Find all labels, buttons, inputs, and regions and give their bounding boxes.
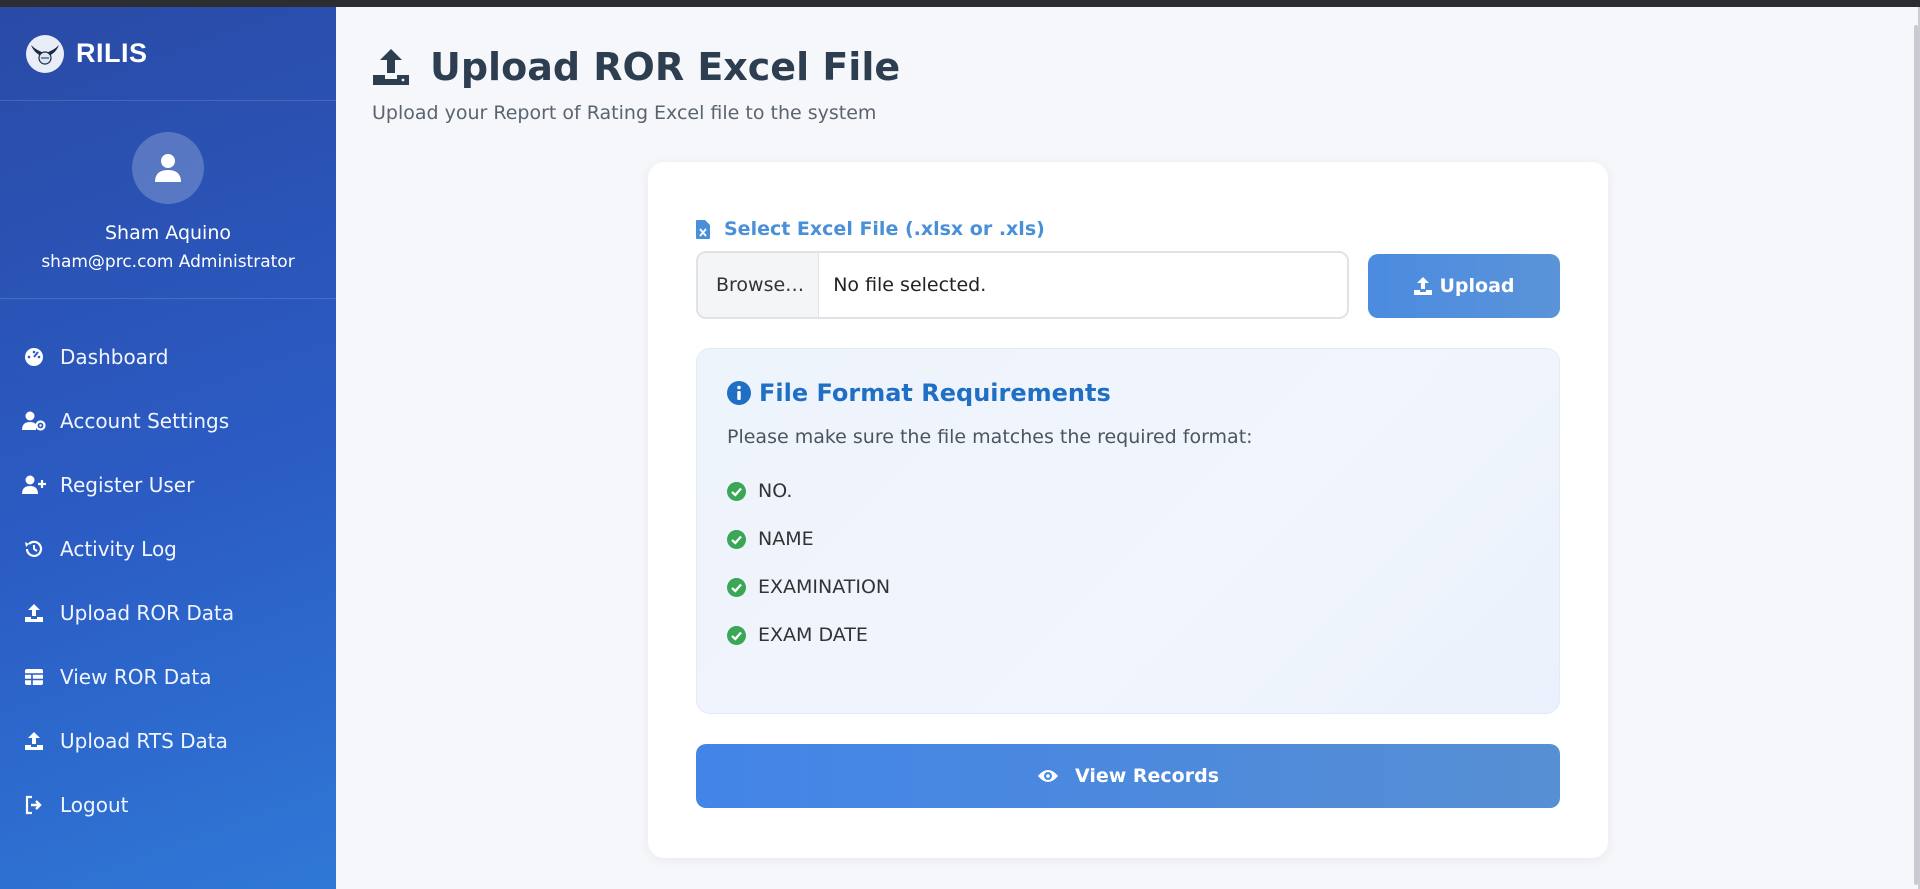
brand-name: RILIS	[76, 38, 148, 68]
check-circle-icon	[727, 577, 746, 597]
avatar	[132, 132, 204, 204]
user-plus-icon	[22, 473, 46, 497]
sidebar-item-label: View ROR Data	[60, 665, 212, 689]
page-title: Upload ROR Excel File	[430, 45, 901, 89]
list-item: NAME	[727, 515, 890, 563]
sidebar-item-label: Activity Log	[60, 537, 177, 561]
user-gear-icon	[22, 409, 46, 433]
sidebar-item-label: Logout	[60, 793, 129, 817]
user-name: Sham Aquino	[104, 222, 231, 244]
requirement-text: NAME	[758, 528, 814, 550]
info-icon	[727, 381, 751, 405]
table-icon	[22, 665, 46, 689]
excel-file-icon	[696, 219, 710, 239]
sidebar-item-account-settings[interactable]: Account Settings	[0, 389, 336, 453]
upload-icon	[22, 729, 46, 753]
upload-card: Select Excel File (.xlsx or .xls) Browse…	[648, 162, 1608, 858]
requirements-list: NO. NAME EXAMINATION EXAM DATE	[727, 467, 890, 659]
file-field-label: Select Excel File (.xlsx or .xls)	[696, 218, 1045, 240]
requirements-description: Please make sure the file matches the re…	[727, 426, 1253, 448]
browser-top-strip	[0, 0, 1920, 7]
sidebar-item-upload-ror-data[interactable]: Upload ROR Data	[0, 581, 336, 645]
upload-icon	[22, 601, 46, 625]
scrollbar[interactable]	[1914, 25, 1918, 885]
sidebar-item-label: Upload RTS Data	[60, 729, 228, 753]
history-icon	[22, 537, 46, 561]
sidebar-nav: Dashboard Account Settings Register User…	[0, 299, 336, 837]
upload-title-icon	[373, 49, 409, 85]
list-item: EXAM DATE	[727, 611, 890, 659]
sidebar-item-upload-rts-data[interactable]: Upload RTS Data	[0, 709, 336, 773]
eye-icon	[1037, 770, 1058, 782]
view-records-button[interactable]: View Records	[696, 744, 1560, 808]
upload-button-label: Upload	[1439, 275, 1515, 297]
sidebar: RILIS Sham Aquino sham@prc.com Administr…	[0, 7, 336, 889]
requirements-title-text: File Format Requirements	[759, 379, 1111, 407]
brand-logo	[26, 34, 64, 73]
sidebar-item-activity-log[interactable]: Activity Log	[0, 517, 336, 581]
sidebar-item-logout[interactable]: Logout	[0, 773, 336, 837]
page-subtitle: Upload your Report of Rating Excel file …	[372, 102, 877, 124]
requirement-text: NO.	[758, 480, 793, 502]
user-profile: Sham Aquino sham@prc.com Administrator	[0, 101, 336, 299]
sidebar-item-dashboard[interactable]: Dashboard	[0, 325, 336, 389]
user-icon	[155, 154, 181, 182]
page-header: Upload ROR Excel File	[372, 45, 900, 89]
view-records-label: View Records	[1074, 765, 1220, 787]
logout-icon	[22, 793, 46, 817]
check-circle-icon	[727, 481, 746, 501]
requirements-box: File Format Requirements Please make sur…	[696, 348, 1560, 714]
list-item: EXAMINATION	[727, 563, 890, 611]
requirement-text: EXAMINATION	[758, 576, 891, 598]
sidebar-item-view-ror-data[interactable]: View ROR Data	[0, 645, 336, 709]
sidebar-item-label: Dashboard	[60, 345, 169, 369]
app-window: RILIS Sham Aquino sham@prc.com Administr…	[0, 7, 1920, 889]
file-status: No file selected.	[833, 274, 987, 296]
dashboard-icon	[22, 345, 46, 369]
sidebar-item-register-user[interactable]: Register User	[0, 453, 336, 517]
list-item: NO.	[727, 467, 890, 515]
file-field-label-text: Select Excel File (.xlsx or .xls)	[724, 218, 1045, 240]
upload-icon	[1414, 277, 1433, 295]
file-input[interactable]: Browse… No file selected.	[696, 251, 1349, 319]
brand[interactable]: RILIS	[0, 7, 336, 101]
browse-button[interactable]: Browse…	[698, 253, 820, 317]
sidebar-item-label: Register User	[60, 473, 195, 497]
check-circle-icon	[727, 625, 746, 645]
requirement-text: EXAM DATE	[758, 624, 868, 646]
sidebar-item-label: Upload ROR Data	[60, 601, 235, 625]
check-circle-icon	[727, 529, 746, 549]
sidebar-item-label: Account Settings	[60, 409, 230, 433]
main-content: Upload ROR Excel File Upload your Report…	[336, 7, 1920, 889]
user-email-role: sham@prc.com Administrator	[41, 252, 295, 272]
requirements-title: File Format Requirements	[727, 379, 1111, 407]
upload-button[interactable]: Upload	[1368, 254, 1560, 318]
